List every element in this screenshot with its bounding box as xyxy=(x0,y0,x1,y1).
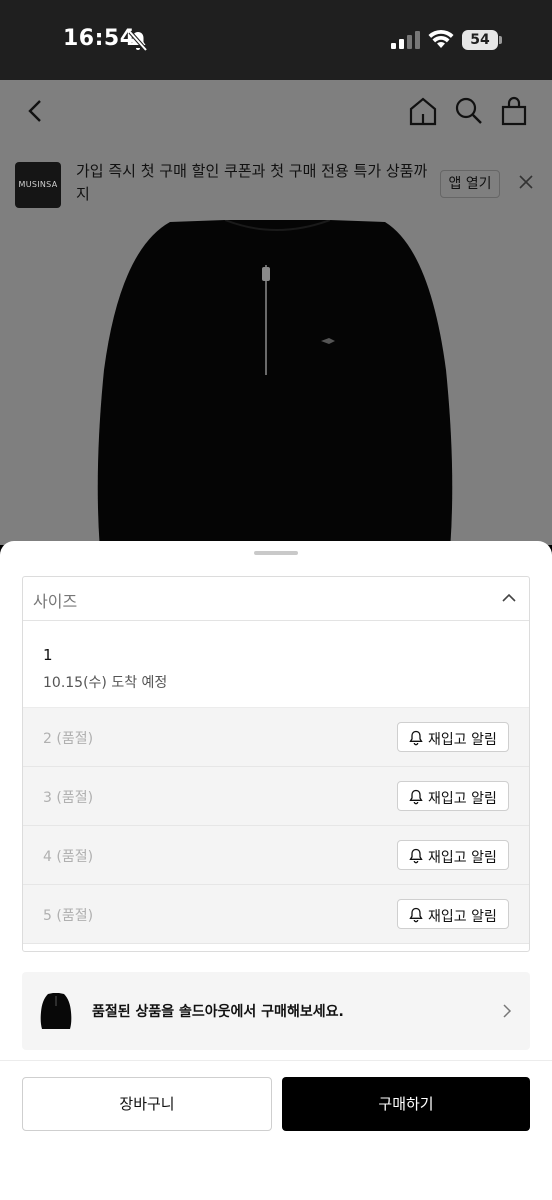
banner-text: 가입 즉시 첫 구매 할인 쿠폰과 첫 구매 전용 특가 상품까지 xyxy=(76,162,428,203)
divider xyxy=(0,1060,552,1061)
product-page-dimmed: MUSINSA 가입 즉시 첫 구매 할인 쿠폰과 첫 구매 전용 특가 상품까… xyxy=(0,80,552,545)
shopping-bag-icon[interactable] xyxy=(500,96,528,126)
size-option-5-soldout: 5 (품절) 재입고 알림 xyxy=(23,885,529,944)
home-icon[interactable] xyxy=(408,96,438,126)
app-download-banner: MUSINSA 가입 즉시 첫 구매 할인 쿠폰과 첫 구매 전용 특가 상품까… xyxy=(0,158,552,218)
close-icon[interactable] xyxy=(518,174,534,190)
battery-tip xyxy=(499,36,502,44)
option-bottom-sheet: 사이즈 1 10.15(수) 도착 예정 2 (품절) 재입고 알림 3 (품절… xyxy=(0,541,552,1200)
soldout-market-text: 품절된 상품을 솔드아웃에서 구매해보세요. xyxy=(92,1004,344,1020)
size-option-label: 4 (품절) xyxy=(43,849,94,865)
chevron-right-icon xyxy=(503,1004,512,1018)
restock-alert-label: 재입고 알림 xyxy=(428,732,497,748)
size-selector: 사이즈 1 10.15(수) 도착 예정 2 (품절) 재입고 알림 3 (품절… xyxy=(22,576,530,952)
bell-icon xyxy=(409,730,423,746)
signal-icon xyxy=(391,31,420,49)
chevron-up-icon xyxy=(502,593,516,602)
size-title: 사이즈 xyxy=(33,592,78,611)
soldout-market-link[interactable]: 품절된 상품을 솔드아웃에서 구매해보세요. xyxy=(22,972,530,1050)
musinsa-logo: MUSINSA xyxy=(15,162,61,208)
size-option-2-soldout: 2 (품절) 재입고 알림 xyxy=(23,708,529,767)
status-time: 16:54 xyxy=(63,26,136,51)
wifi-icon xyxy=(428,29,454,48)
size-option-3-soldout: 3 (품절) 재입고 알림 xyxy=(23,767,529,826)
size-option-1[interactable]: 1 10.15(수) 도착 예정 xyxy=(23,621,529,708)
restock-alert-label: 재입고 알림 xyxy=(428,850,497,866)
size-option-label: 2 (품절) xyxy=(43,731,94,747)
open-app-button[interactable]: 앱 열기 xyxy=(440,170,500,198)
bell-icon xyxy=(409,907,423,923)
bell-off-icon xyxy=(128,30,148,52)
bell-icon xyxy=(409,789,423,805)
restock-alert-button[interactable]: 재입고 알림 xyxy=(397,722,509,752)
bell-icon xyxy=(409,848,423,864)
size-option-4-soldout: 4 (품절) 재입고 알림 xyxy=(23,826,529,885)
delivery-estimate: 10.15(수) 도착 예정 xyxy=(43,675,168,691)
sheet-grabber[interactable] xyxy=(254,551,298,555)
restock-alert-button[interactable]: 재입고 알림 xyxy=(397,899,509,929)
size-option-label: 3 (품절) xyxy=(43,790,94,806)
status-bar: 16:54 54 xyxy=(0,0,552,80)
restock-alert-label: 재입고 알림 xyxy=(428,791,497,807)
search-icon[interactable] xyxy=(455,96,483,126)
back-chevron-icon[interactable] xyxy=(24,98,46,124)
restock-alert-button[interactable]: 재입고 알림 xyxy=(397,840,509,870)
restock-alert-label: 재입고 알림 xyxy=(428,909,497,925)
product-thumbnail xyxy=(40,993,72,1029)
restock-alert-button[interactable]: 재입고 알림 xyxy=(397,781,509,811)
battery-icon: 54 xyxy=(462,30,498,50)
size-option-label: 5 (품절) xyxy=(43,908,94,924)
buy-now-button[interactable]: 구매하기 xyxy=(282,1077,530,1131)
size-dropdown-header[interactable]: 사이즈 xyxy=(23,577,529,621)
add-to-cart-button[interactable]: 장바구니 xyxy=(22,1077,272,1131)
product-image xyxy=(97,220,453,545)
size-option-label: 1 xyxy=(43,646,53,664)
